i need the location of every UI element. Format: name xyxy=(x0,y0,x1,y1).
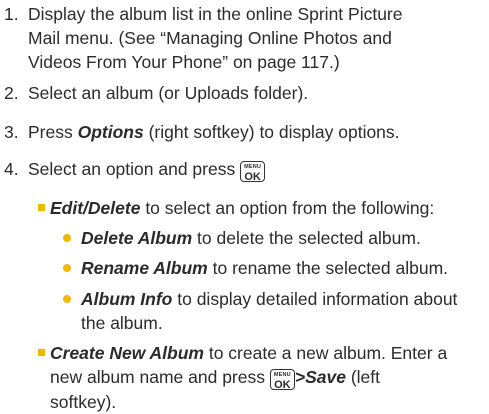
round-bullet-icon xyxy=(63,295,71,303)
step-text: Select an album (or Uploads folder). xyxy=(28,83,309,103)
step-number: 2. xyxy=(4,83,19,103)
round-bullet-icon xyxy=(63,234,71,242)
step-number: 3. xyxy=(4,122,19,142)
step-text: Press Options (right softkey) to display… xyxy=(28,122,400,142)
manual-page: 1. Display the album list in the online … xyxy=(0,0,489,412)
menu-ok-key-icon: MENU OK xyxy=(240,161,266,183)
step-text: Select an option and press MENU OK xyxy=(28,157,479,183)
step-line: Display the album list in the online Spr… xyxy=(28,4,403,24)
menu-ok-key-icon: MENU OK xyxy=(269,369,295,391)
square-bullet-icon xyxy=(38,204,45,211)
square-bullet-icon xyxy=(38,349,45,356)
step-line: Videos From Your Phone” on page 117.) xyxy=(28,52,340,72)
step-text: Display the album list in the online Spr… xyxy=(28,2,479,74)
step-line: Mail menu. (See “Managing Online Photos … xyxy=(28,28,392,48)
round-bullet-icon xyxy=(63,264,71,272)
step-number: 1. xyxy=(4,4,19,24)
step-number: 4. xyxy=(4,159,19,179)
